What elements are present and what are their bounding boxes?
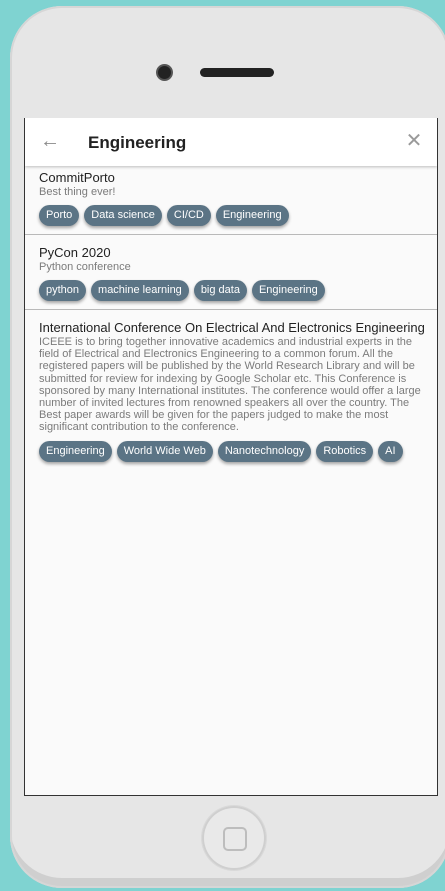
tag-chip[interactable]: Robotics bbox=[316, 440, 374, 462]
page-title: Engineering bbox=[88, 133, 187, 152]
speaker-grille bbox=[200, 68, 274, 77]
tag-chip[interactable]: Engineering bbox=[251, 280, 325, 301]
close-icon[interactable]: ✕ bbox=[403, 130, 425, 152]
home-square-icon bbox=[223, 827, 247, 851]
tag-chip[interactable]: machine learning bbox=[91, 280, 189, 301]
event-list: CommitPorto Best thing ever! Porto Data … bbox=[25, 166, 437, 470]
list-item[interactable]: PyCon 2020 Python conference python mach… bbox=[25, 235, 437, 310]
tag-chip[interactable]: Nanotechnology bbox=[217, 440, 312, 462]
tag-chip[interactable]: CI/CD bbox=[166, 205, 211, 226]
tag-list: Porto Data science CI/CD Engineering bbox=[39, 205, 437, 226]
event-title: International Conference On Electrical A… bbox=[39, 320, 425, 335]
list-item[interactable]: International Conference On Electrical A… bbox=[25, 310, 437, 470]
event-subtitle: Best thing ever! bbox=[39, 186, 116, 198]
tag-chip[interactable]: Data science bbox=[84, 205, 162, 226]
event-title: PyCon 2020 bbox=[39, 245, 111, 260]
tag-chip[interactable]: python bbox=[39, 280, 87, 301]
event-subtitle: Python conference bbox=[39, 261, 131, 273]
app-screen: ← Engineering ✕ CommitPorto Best thing e… bbox=[24, 118, 438, 796]
tag-chip[interactable]: big data bbox=[193, 280, 247, 301]
event-description: ICEEE is to bring together innovative ac… bbox=[39, 336, 421, 434]
app-bar: ← Engineering ✕ bbox=[25, 118, 437, 166]
tag-list: Engineering World Wide Web Nanotechnolog… bbox=[39, 440, 437, 462]
home-button[interactable] bbox=[202, 806, 266, 870]
tag-list: python machine learning big data Enginee… bbox=[39, 280, 437, 301]
camera-icon bbox=[158, 66, 171, 79]
tag-chip[interactable]: World Wide Web bbox=[116, 440, 213, 462]
arrow-left-icon[interactable]: ← bbox=[39, 130, 61, 152]
list-item[interactable]: CommitPorto Best thing ever! Porto Data … bbox=[25, 166, 437, 235]
tag-chip[interactable]: Porto bbox=[39, 205, 80, 226]
tag-chip[interactable]: Engineering bbox=[39, 440, 112, 462]
event-title: CommitPorto bbox=[39, 170, 115, 185]
tag-chip[interactable]: Engineering bbox=[215, 205, 289, 226]
tag-chip[interactable]: AI bbox=[378, 440, 403, 462]
